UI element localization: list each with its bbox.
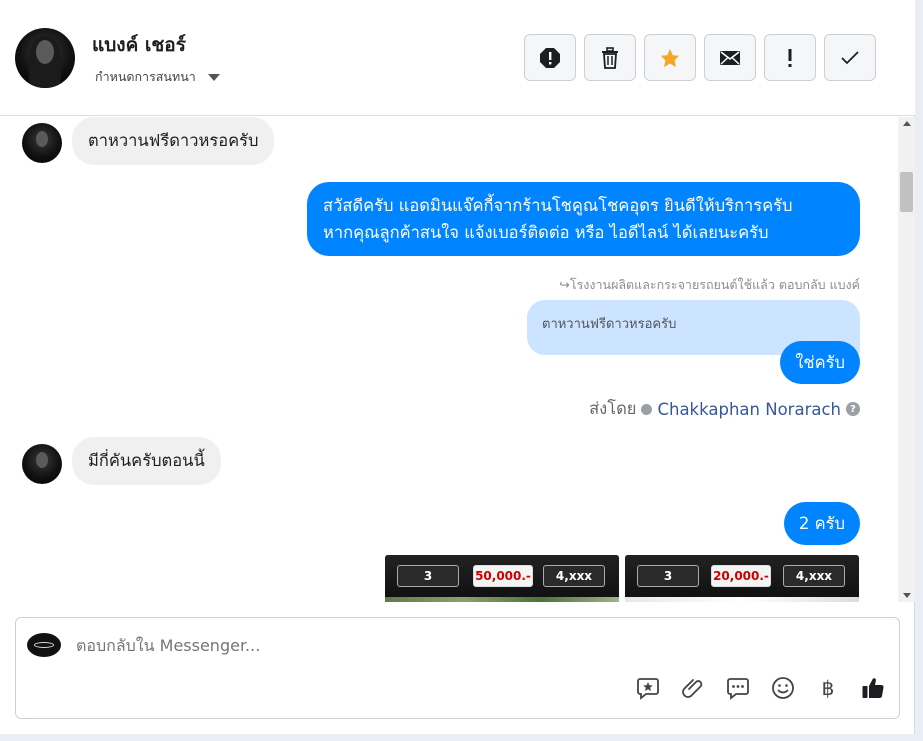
message-composer: ฿ [15,617,900,719]
avatar[interactable] [15,28,75,88]
image-months: 3 [397,565,459,587]
action-toolbar [524,34,876,81]
emoji-button[interactable] [771,676,795,700]
messenger-window: แบงค์ เชอร์ กำหนดการสนทนา ตาหวานฟรีดาวหร… [0,0,915,734]
reply-context-text: โรงงานผลิตและกระจายรถยนต์ใช้แล้ว ตอบกลับ… [569,277,860,292]
scroll-up-arrow-icon[interactable] [903,121,911,126]
assign-conversation-dropdown[interactable]: กำหนดการสนทนา [95,67,220,87]
contact-name[interactable]: แบงค์ เชอร์ [92,30,186,60]
help-icon[interactable]: ? [846,402,860,416]
incoming-message[interactable]: มีกี่คันครับตอนนี้ [72,437,221,485]
agent-status-icon [641,403,653,415]
follow-up-button[interactable] [764,34,816,81]
outgoing-message[interactable]: สวัสดีครับ แอดมินแจ๊คกี้จากร้านโชคูณโชคอ… [307,182,860,256]
saved-reply-icon [637,678,659,700]
payment-button[interactable]: ฿ [816,676,840,700]
agent-name[interactable]: Chakkaphan Norarach [657,400,841,419]
smiley-icon [772,677,794,699]
sent-by-info: ส่งโดย Chakkaphan Norarach ? [589,396,860,422]
chat-bubble-icon [727,678,749,700]
mark-spam-button[interactable] [524,34,576,81]
attach-button[interactable] [681,676,705,700]
outgoing-message[interactable]: ใช่ครับ [780,341,860,384]
avatar [22,123,62,163]
image-banner: 3 20,000.- 4,xxx [625,555,859,597]
image-attachment[interactable]: 3 20,000.- 4,xxx [625,555,859,602]
image-banner: 3 50,000.- 4,xxx [385,555,619,597]
message-line: สวัสดีครับ แอดมินแจ๊คกี้จากร้านโชคูณโชคอ… [323,196,793,215]
image-monthly: 4,xxx [783,565,845,587]
image-monthly: 4,xxx [543,565,605,587]
image-photo [385,597,619,602]
image-photo [625,597,859,602]
mark-done-button[interactable] [824,34,876,81]
reply-context: ↪โรงงานผลิตและกระจายรถยนต์ใช้แล้ว ตอบกลั… [559,275,860,295]
spam-icon [540,47,560,68]
message-line: หากคุณลูกค้าสนใจ แจ้งเบอร์ติดต่อ หรือ ไอ… [323,223,769,242]
check-icon [841,50,859,64]
scroll-down-arrow-icon[interactable] [903,593,911,598]
composer-toolbar: ฿ [636,676,885,700]
star-icon [660,48,680,67]
paperclip-icon [682,679,703,698]
trash-icon [602,46,618,69]
message-thread[interactable]: ตาหวานฟรีดาวหรอครับ สวัสดีครับ แอดมินแจ๊… [0,117,898,602]
conversation-header: แบงค์ เชอร์ กำหนดการสนทนา [0,0,915,116]
avatar-face [36,40,54,64]
image-attachment[interactable]: 3 50,000.- 4,xxx [385,555,619,602]
follow-up-icon [788,48,792,67]
mark-unread-button[interactable] [704,34,756,81]
page-logo [27,633,61,657]
reply-input[interactable] [76,636,776,655]
incoming-message[interactable]: ตาหวานฟรีดาวหรอครับ [72,117,275,165]
like-button[interactable] [861,676,885,700]
caret-down-icon [207,73,220,81]
message-templates-button[interactable] [726,676,750,700]
image-months: 3 [637,565,699,587]
assign-label: กำหนดการสนทนา [95,69,196,84]
thumbs-up-icon [862,678,884,699]
scroll-thumb[interactable] [900,172,913,212]
sent-by-label: ส่งโดย [589,399,637,418]
delete-button[interactable] [584,34,636,81]
reply-icon: ↪ [559,277,570,292]
outgoing-message[interactable]: 2 ครับ [783,502,860,545]
mail-icon [720,50,740,65]
image-price: 50,000.- [473,565,533,587]
thread-scrollbar[interactable] [898,117,915,602]
saved-reply-button[interactable] [636,676,660,700]
star-button[interactable] [644,34,696,81]
image-price: 20,000.- [711,565,771,587]
avatar [22,444,62,484]
